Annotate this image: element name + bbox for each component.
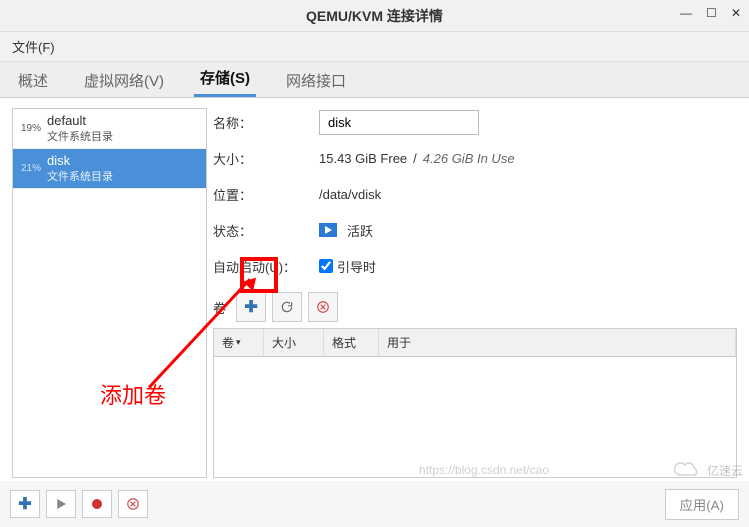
plus-icon: ✚ xyxy=(18,494,31,514)
col-size[interactable]: 大小 xyxy=(264,329,324,356)
play-icon xyxy=(56,499,66,509)
maximize-button[interactable]: ☐ xyxy=(706,6,717,20)
size-sep: / xyxy=(413,151,417,166)
window-titlebar: QEMU/KVM 连接详情 — ☐ ✕ xyxy=(0,0,749,32)
annotation-text: 添加卷 xyxy=(100,378,166,410)
add-pool-button[interactable]: ✚ xyxy=(10,490,40,518)
size-label: 大小： xyxy=(213,149,313,168)
col-used-by[interactable]: 用于 xyxy=(379,329,736,356)
minimize-button[interactable]: — xyxy=(680,6,692,20)
location-value: /data/vdisk xyxy=(319,187,381,202)
col-name[interactable]: 卷▾ xyxy=(214,329,264,356)
refresh-icon xyxy=(280,300,294,314)
tab-virtual-networks[interactable]: 虚拟网络(V) xyxy=(78,62,170,97)
autostart-label: 自动启动(U)： xyxy=(213,257,313,276)
delete-icon xyxy=(316,300,330,314)
tab-network-interfaces[interactable]: 网络接口 xyxy=(280,62,352,97)
pool-detail-pane: 名称： 大小： 15.43 GiB Free / 4.26 GiB In Use… xyxy=(213,108,737,478)
pool-type: 文件系统目录 xyxy=(47,168,113,184)
watermark-logo: 亿速云 xyxy=(673,461,743,479)
autostart-checkbox[interactable] xyxy=(319,259,333,273)
tab-overview[interactable]: 概述 xyxy=(12,62,54,97)
menu-bar: 文件(F) xyxy=(0,32,749,62)
autostart-value: 引导时 xyxy=(337,257,376,276)
delete-volume-button[interactable] xyxy=(308,292,338,322)
size-free-value: 15.43 GiB Free xyxy=(319,151,407,166)
pool-type: 文件系统目录 xyxy=(47,128,113,144)
pool-labels: disk 文件系统目录 xyxy=(47,153,113,184)
pool-usage-percent: 21% xyxy=(19,163,41,174)
tab-storage[interactable]: 存储(S) xyxy=(194,59,256,97)
delete-pool-button[interactable] xyxy=(118,490,148,518)
storage-pool-list[interactable]: 19% default 文件系统目录 21% disk 文件系统目录 xyxy=(12,108,207,478)
apply-button[interactable]: 应用(A) xyxy=(665,489,739,520)
window-title: QEMU/KVM 连接详情 xyxy=(306,6,443,26)
pool-usage-percent: 19% xyxy=(19,123,41,134)
col-format[interactable]: 格式 xyxy=(324,329,379,356)
window-controls: — ☐ ✕ xyxy=(680,6,741,20)
pool-item-disk[interactable]: 21% disk 文件系统目录 xyxy=(13,149,206,189)
close-button[interactable]: ✕ xyxy=(731,6,741,20)
content-area: 19% default 文件系统目录 21% disk 文件系统目录 名称： 大… xyxy=(0,98,749,488)
pool-name: disk xyxy=(47,153,113,168)
pool-name: default xyxy=(47,113,113,128)
watermark-url: https://blog.csdn.net/cao xyxy=(419,463,549,477)
tab-bar: 概述 虚拟网络(V) 存储(S) 网络接口 xyxy=(0,62,749,98)
size-used-value: 4.26 GiB In Use xyxy=(423,151,515,166)
pool-item-default[interactable]: 19% default 文件系统目录 xyxy=(13,109,206,149)
file-menu[interactable]: 文件(F) xyxy=(6,33,61,60)
volumes-table[interactable]: 卷▾ 大小 格式 用于 xyxy=(213,328,737,478)
bottom-bar: ✚ 应用(A) xyxy=(0,481,749,527)
delete-icon xyxy=(126,497,140,511)
volume-toolbar: 卷 ✚ xyxy=(213,292,737,322)
location-label: 位置： xyxy=(213,185,313,204)
refresh-volumes-button[interactable] xyxy=(272,292,302,322)
state-value: 活跃 xyxy=(347,221,373,240)
stop-pool-button[interactable] xyxy=(82,490,112,518)
pool-name-input[interactable] xyxy=(319,110,479,135)
pool-labels: default 文件系统目录 xyxy=(47,113,113,144)
start-pool-button[interactable] xyxy=(46,490,76,518)
sort-caret-icon: ▾ xyxy=(236,337,241,348)
plus-icon: ✚ xyxy=(244,297,257,317)
state-label: 状态： xyxy=(213,221,313,240)
name-label: 名称： xyxy=(213,113,313,132)
stop-icon xyxy=(91,498,103,510)
add-volume-button[interactable]: ✚ xyxy=(236,292,266,322)
play-icon xyxy=(319,223,337,237)
volumes-table-header: 卷▾ 大小 格式 用于 xyxy=(214,329,736,357)
